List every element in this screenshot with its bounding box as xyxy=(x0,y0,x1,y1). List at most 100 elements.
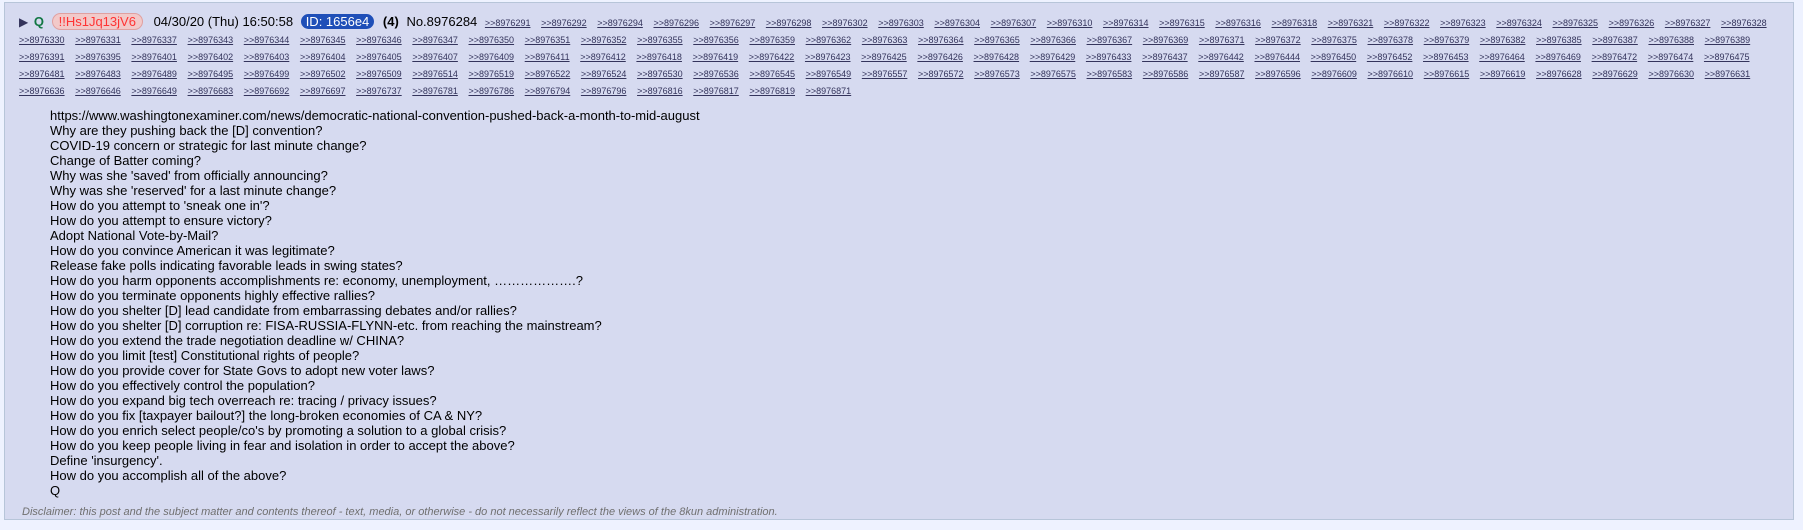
reply-link[interactable]: >>8976469 xyxy=(1535,52,1581,62)
reply-link[interactable]: >>8976318 xyxy=(1272,18,1318,28)
reply-link[interactable]: >>8976366 xyxy=(1030,35,1076,45)
reply-link[interactable]: >>8976549 xyxy=(806,69,852,79)
reply-link[interactable]: >>8976379 xyxy=(1424,35,1470,45)
reply-link[interactable]: >>8976310 xyxy=(1047,18,1093,28)
reply-link[interactable]: >>8976418 xyxy=(636,52,682,62)
reply-link[interactable]: >>8976697 xyxy=(300,86,346,96)
reply-link[interactable]: >>8976524 xyxy=(581,69,627,79)
reply-link[interactable]: >>8976796 xyxy=(581,86,627,96)
reply-link[interactable]: >>8976325 xyxy=(1552,18,1598,28)
reply-link[interactable]: >>8976587 xyxy=(1199,69,1245,79)
reply-link[interactable]: >>8976402 xyxy=(188,52,234,62)
reply-link[interactable]: >>8976871 xyxy=(806,86,852,96)
reply-link[interactable]: >>8976330 xyxy=(19,35,65,45)
reply-link[interactable]: >>8976315 xyxy=(1159,18,1205,28)
reply-link[interactable]: >>8976630 xyxy=(1648,69,1694,79)
reply-link[interactable]: >>8976321 xyxy=(1328,18,1374,28)
reply-link[interactable]: >>8976328 xyxy=(1721,18,1767,28)
reply-link[interactable]: >>8976429 xyxy=(1030,52,1076,62)
reply-link[interactable]: >>8976683 xyxy=(188,86,234,96)
reply-link[interactable]: >>8976483 xyxy=(75,69,121,79)
reply-link[interactable]: >>8976649 xyxy=(131,86,177,96)
post-menu-arrow-icon[interactable]: ▶ xyxy=(19,15,28,29)
reply-link[interactable]: >>8976302 xyxy=(822,18,868,28)
reply-link[interactable]: >>8976499 xyxy=(244,69,290,79)
reply-link[interactable]: >>8976345 xyxy=(300,35,346,45)
reply-link[interactable]: >>8976304 xyxy=(934,18,980,28)
reply-link[interactable]: >>8976472 xyxy=(1592,52,1638,62)
reply-link[interactable]: >>8976356 xyxy=(693,35,739,45)
reply-link[interactable]: >>8976405 xyxy=(356,52,402,62)
reply-link[interactable]: >>8976297 xyxy=(710,18,756,28)
reply-link[interactable]: >>8976610 xyxy=(1368,69,1414,79)
reply-link[interactable]: >>8976437 xyxy=(1142,52,1188,62)
reply-link[interactable]: >>8976407 xyxy=(412,52,458,62)
reply-link[interactable]: >>8976475 xyxy=(1704,52,1750,62)
reply-link[interactable]: >>8976362 xyxy=(806,35,852,45)
reply-link[interactable]: >>8976371 xyxy=(1199,35,1245,45)
reply-link[interactable]: >>8976411 xyxy=(525,52,570,62)
reply-link[interactable]: >>8976573 xyxy=(974,69,1020,79)
reply-link[interactable]: >>8976367 xyxy=(1087,35,1133,45)
reply-link[interactable]: >>8976314 xyxy=(1103,18,1149,28)
reply-link[interactable]: >>8976351 xyxy=(525,35,571,45)
reply-link[interactable]: >>8976369 xyxy=(1143,35,1189,45)
reply-link[interactable]: >>8976474 xyxy=(1648,52,1694,62)
reply-link[interactable]: >>8976450 xyxy=(1311,52,1357,62)
reply-link[interactable]: >>8976303 xyxy=(878,18,924,28)
reply-link[interactable]: >>8976375 xyxy=(1311,35,1357,45)
reply-link[interactable]: >>8976346 xyxy=(356,35,402,45)
reply-link[interactable]: >>8976453 xyxy=(1423,52,1469,62)
reply-link[interactable]: >>8976786 xyxy=(469,86,515,96)
poster-id-badge[interactable]: ID: 1656e4 xyxy=(300,14,375,29)
reply-link[interactable]: >>8976619 xyxy=(1480,69,1526,79)
reply-link[interactable]: >>8976425 xyxy=(861,52,907,62)
reply-link[interactable]: >>8976781 xyxy=(412,86,458,96)
reply-link[interactable]: >>8976609 xyxy=(1311,69,1357,79)
reply-link[interactable]: >>8976387 xyxy=(1592,35,1638,45)
reply-link[interactable]: >>8976522 xyxy=(525,69,571,79)
reply-link[interactable]: >>8976536 xyxy=(693,69,739,79)
reply-link[interactable]: >>8976296 xyxy=(653,18,699,28)
reply-link[interactable]: >>8976816 xyxy=(637,86,683,96)
reply-link[interactable]: >>8976409 xyxy=(469,52,515,62)
reply-link[interactable]: >>8976352 xyxy=(581,35,627,45)
reply-link[interactable]: >>8976364 xyxy=(918,35,964,45)
reply-link[interactable]: >>8976389 xyxy=(1705,35,1751,45)
reply-link[interactable]: >>8976817 xyxy=(693,86,739,96)
reply-link[interactable]: >>8976419 xyxy=(693,52,739,62)
reply-link[interactable]: >>8976378 xyxy=(1368,35,1414,45)
reply-link[interactable]: >>8976794 xyxy=(525,86,571,96)
reply-link[interactable]: >>8976575 xyxy=(1030,69,1076,79)
reply-link[interactable]: >>8976819 xyxy=(749,86,795,96)
reply-link[interactable]: >>8976292 xyxy=(541,18,587,28)
reply-link[interactable]: >>8976365 xyxy=(974,35,1020,45)
reply-link[interactable]: >>8976422 xyxy=(749,52,795,62)
reply-link[interactable]: >>8976388 xyxy=(1648,35,1694,45)
reply-link[interactable]: >>8976426 xyxy=(917,52,963,62)
reply-link[interactable]: >>8976629 xyxy=(1592,69,1638,79)
reply-link[interactable]: >>8976572 xyxy=(918,69,964,79)
reply-link[interactable]: >>8976363 xyxy=(862,35,908,45)
reply-link[interactable]: >>8976557 xyxy=(862,69,908,79)
reply-link[interactable]: >>8976646 xyxy=(75,86,121,96)
reply-link[interactable]: >>8976391 xyxy=(19,52,65,62)
reply-link[interactable]: >>8976316 xyxy=(1215,18,1261,28)
reply-link[interactable]: >>8976331 xyxy=(75,35,121,45)
reply-link[interactable]: >>8976372 xyxy=(1255,35,1301,45)
reply-link[interactable]: >>8976519 xyxy=(469,69,515,79)
reply-link[interactable]: >>8976514 xyxy=(412,69,458,79)
reply-link[interactable]: >>8976382 xyxy=(1480,35,1526,45)
reply-link[interactable]: >>8976464 xyxy=(1479,52,1525,62)
reply-link[interactable]: >>8976385 xyxy=(1536,35,1582,45)
reply-link[interactable]: >>8976337 xyxy=(131,35,177,45)
reply-link[interactable]: >>8976433 xyxy=(1086,52,1132,62)
reply-link[interactable]: >>8976423 xyxy=(805,52,851,62)
reply-link[interactable]: >>8976428 xyxy=(974,52,1020,62)
reply-link[interactable]: >>8976737 xyxy=(356,86,402,96)
reply-link[interactable]: >>8976530 xyxy=(637,69,683,79)
reply-link[interactable]: >>8976452 xyxy=(1367,52,1413,62)
reply-link[interactable]: >>8976344 xyxy=(244,35,290,45)
reply-link[interactable]: >>8976324 xyxy=(1496,18,1542,28)
reply-link[interactable]: >>8976583 xyxy=(1087,69,1133,79)
